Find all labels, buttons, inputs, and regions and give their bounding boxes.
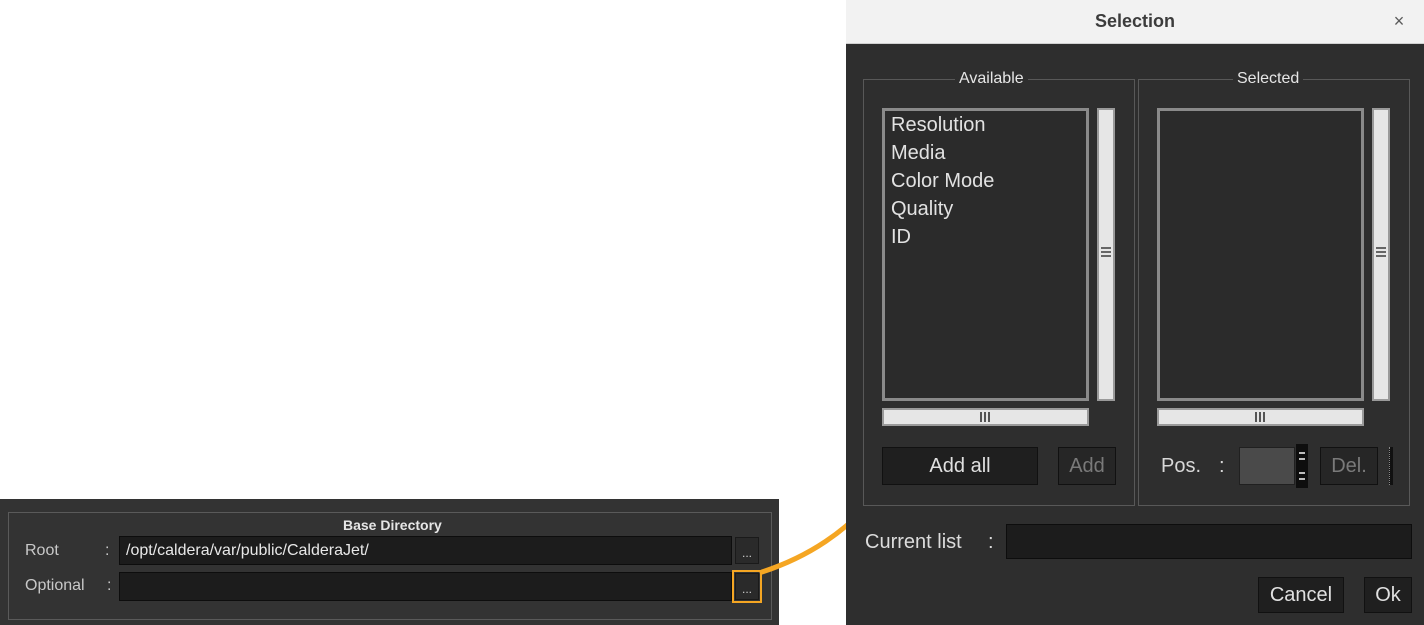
optional-path-input[interactable] [119, 572, 732, 601]
delete-button[interactable]: Del. [1320, 447, 1378, 485]
base-directory-title: Base Directory [337, 516, 448, 534]
root-browse-button[interactable]: ... [735, 537, 759, 564]
list-item[interactable]: ID [885, 223, 1086, 251]
current-list-label: Current list [865, 531, 962, 553]
scrollbar-grip-icon [1376, 247, 1386, 257]
selected-title: Selected [1233, 70, 1304, 88]
spin-down-icon [1299, 472, 1305, 474]
cancel-button[interactable]: Cancel [1258, 577, 1344, 613]
list-item[interactable]: Color Mode [885, 167, 1086, 195]
add-all-button[interactable]: Add all [882, 447, 1038, 485]
close-icon[interactable]: × [1388, 10, 1410, 32]
scrollbar-grip-icon [1101, 247, 1111, 257]
selected-horizontal-scrollbar[interactable] [1157, 408, 1364, 426]
dialog-titlebar: Selection × [846, 0, 1424, 44]
root-label: Root [25, 542, 59, 559]
optional-colon: : [107, 577, 112, 594]
selection-dialog: Selection × Available Resolution Media C… [846, 0, 1424, 625]
selected-listbox[interactable] [1157, 108, 1364, 401]
base-directory-group: Base Directory [8, 512, 772, 620]
scrollbar-grip-icon [1255, 412, 1265, 422]
extra-handle [1389, 447, 1393, 485]
list-item[interactable]: Quality [885, 195, 1086, 223]
available-listbox[interactable]: Resolution Media Color Mode Quality ID [882, 108, 1089, 401]
optional-label: Optional [25, 577, 85, 594]
selected-group: Selected Pos. : Del. [1138, 70, 1410, 506]
spin-down-icon [1299, 478, 1305, 480]
selected-vertical-scrollbar[interactable] [1372, 108, 1390, 401]
dialog-title: Selection [1094, 11, 1176, 31]
position-input[interactable] [1239, 447, 1295, 485]
dialog-body: Available Resolution Media Color Mode Qu… [846, 44, 1424, 625]
root-path-input[interactable]: /opt/caldera/var/public/CalderaJet/ [119, 536, 732, 565]
optional-browse-button[interactable]: ... [732, 570, 762, 603]
base-directory-panel: Base Directory Root : /opt/caldera/var/p… [0, 499, 779, 625]
scrollbar-grip-icon [980, 412, 990, 422]
list-item[interactable]: Resolution [885, 111, 1086, 139]
ok-button[interactable]: Ok [1364, 577, 1412, 613]
root-colon: : [105, 542, 110, 559]
current-list-colon: : [988, 531, 994, 553]
position-spinner[interactable] [1296, 444, 1308, 488]
available-group: Available Resolution Media Color Mode Qu… [863, 70, 1135, 506]
available-vertical-scrollbar[interactable] [1097, 108, 1115, 401]
add-button[interactable]: Add [1058, 447, 1116, 485]
available-title: Available [955, 70, 1028, 88]
list-item[interactable]: Media [885, 139, 1086, 167]
pos-colon: : [1219, 455, 1225, 477]
spin-up-icon [1299, 452, 1305, 454]
pos-label: Pos. [1161, 455, 1202, 477]
available-horizontal-scrollbar[interactable] [882, 408, 1089, 426]
spin-up-icon [1299, 458, 1305, 460]
current-list-input[interactable] [1006, 524, 1412, 559]
